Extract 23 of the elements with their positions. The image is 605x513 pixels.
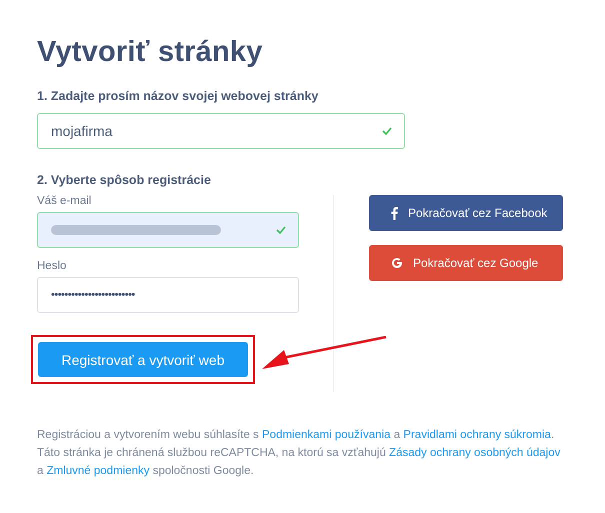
input-field[interactable]: mojafirma (37, 113, 405, 149)
social-login-button[interactable]: Pokračovať cez Google (369, 245, 563, 281)
input-field[interactable] (37, 212, 299, 248)
arrow-icon (260, 336, 388, 372)
terms-link[interactable]: Pravidlami ochrany súkromia (403, 429, 551, 441)
field-label: Váš e-mail (37, 195, 92, 207)
check-icon (382, 127, 392, 135)
social-login-button[interactable]: Pokračovať cez Facebook (369, 195, 563, 231)
password-dots: ••••••••••••••••••••••••• (51, 289, 135, 301)
terms-link[interactable]: Zásady ochrany osobných údajov (389, 447, 560, 459)
step-label: 1. Zadajte prosím názov svojej webovej stránky (37, 89, 320, 103)
terms-link[interactable]: Podmienkami používania (262, 429, 390, 441)
step-label: 2. Vyberte spôsob registrácie (37, 173, 212, 187)
terms-text: Registráciou a vytvorením webu súhlasíte s Podmienkami používania a Pravidlami ochrany súkromia. Táto stránka je chránená službou reCAPTCHA, na ktorú sa vzťahujú Zásady ochrany osobných údajov a Zmluvné podmienky spoločnosti Google. (37, 428, 562, 479)
g-letter-icon (391, 257, 403, 269)
f-letter-icon (391, 206, 398, 220)
input-field[interactable]: ••••••••••••••••••••••••• (37, 277, 299, 313)
field-value: mojafirma (51, 123, 112, 139)
page-title: Vytvoriť stránky (37, 36, 264, 69)
terms-link[interactable]: Zmluvné podmienky (46, 465, 150, 477)
register-button[interactable]: Registrovať a vytvoriť web (38, 342, 248, 377)
check-icon (276, 226, 286, 234)
field-label: Heslo (37, 260, 68, 272)
